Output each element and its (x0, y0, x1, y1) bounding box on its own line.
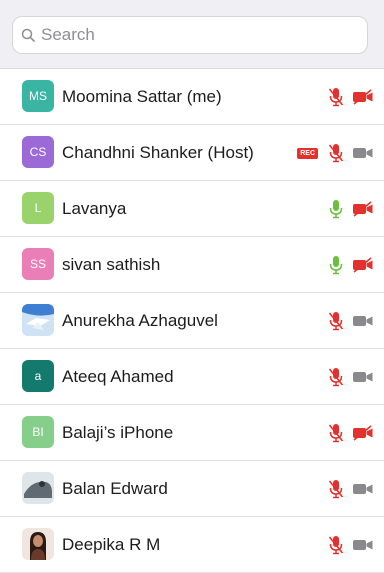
participant-status-icons (328, 69, 374, 125)
participant-row[interactable]: Anurekha Azhaguvel (0, 293, 384, 349)
avatar: L (22, 192, 54, 224)
participant-row[interactable]: a Ateeq Ahamed (0, 349, 384, 405)
participant-name: Balan Edward (62, 479, 168, 498)
avatar-initials: a (34, 369, 42, 383)
participant-status-icons (328, 237, 374, 293)
participant-name: Chandhni Shanker (Host) (62, 143, 254, 162)
participant-name: Deepika R M (62, 535, 161, 554)
mic-muted-icon[interactable] (328, 479, 344, 499)
participant-row[interactable]: Deepika R M (0, 517, 384, 573)
avatar (22, 304, 54, 336)
participant-row[interactable]: SS sivan sathish (0, 237, 384, 293)
mic-muted-icon[interactable] (328, 535, 344, 555)
participant-row[interactable]: L Lavanya (0, 181, 384, 237)
participant-row[interactable]: MS Moomina Sattar (me) (0, 69, 384, 125)
avatar-initials: MS (29, 89, 47, 103)
participant-name: Anurekha Azhaguvel (62, 311, 218, 330)
recording-badge: REC (297, 147, 318, 159)
participant-status-icons (328, 461, 374, 517)
avatar: MS (22, 80, 54, 112)
mic-muted-icon[interactable] (328, 367, 344, 387)
participant-row[interactable]: Balan Edward (0, 461, 384, 517)
camera-off-icon[interactable] (352, 201, 374, 217)
participant-name: Ateeq Ahamed (62, 367, 174, 386)
avatar-initials: L (34, 201, 42, 215)
participant-row[interactable]: BI Balaji’s iPhone (0, 405, 384, 461)
camera-off-icon[interactable] (352, 257, 374, 273)
participant-name: Balaji’s iPhone (62, 423, 174, 442)
participant-name: Lavanya (62, 199, 127, 218)
avatar (22, 472, 54, 504)
participant-status-icons (328, 517, 374, 573)
avatar-initials: CS (29, 145, 47, 159)
search-bar-area (0, 0, 384, 69)
mic-muted-icon[interactable] (328, 143, 344, 163)
participant-name: sivan sathish (62, 255, 161, 274)
search-input[interactable] (39, 24, 367, 46)
avatar: CS (22, 136, 54, 168)
avatar-initials: SS (29, 257, 46, 271)
avatar: SS (22, 248, 54, 280)
participant-status-icons (328, 293, 374, 349)
participant-row[interactable]: CS Chandhni Shanker (Host) REC (0, 125, 384, 181)
participant-list: MS Moomina Sattar (me) CS Chandhni Shanker … (0, 69, 384, 573)
camera-off-icon[interactable] (352, 89, 374, 105)
camera-icon[interactable] (352, 481, 374, 497)
avatar (22, 528, 54, 560)
mic-active-icon[interactable] (328, 199, 344, 219)
camera-off-icon[interactable] (352, 425, 374, 441)
mic-active-icon[interactable] (328, 255, 344, 275)
search-icon (21, 28, 35, 42)
mic-muted-icon[interactable] (328, 423, 344, 443)
participant-status-icons (328, 405, 374, 461)
camera-icon[interactable] (352, 369, 374, 385)
participant-name: Moomina Sattar (me) (62, 87, 222, 106)
mic-muted-icon[interactable] (328, 311, 344, 331)
mic-muted-icon[interactable] (328, 87, 344, 107)
participant-status-icons: REC (297, 125, 374, 181)
avatar: BI (22, 416, 54, 448)
search-field[interactable] (12, 16, 368, 54)
camera-icon[interactable] (352, 537, 374, 553)
participant-status-icons (328, 181, 374, 237)
camera-icon[interactable] (352, 145, 374, 161)
avatar-initials: BI (32, 425, 44, 439)
avatar: a (22, 360, 54, 392)
participant-status-icons (328, 349, 374, 405)
camera-icon[interactable] (352, 313, 374, 329)
